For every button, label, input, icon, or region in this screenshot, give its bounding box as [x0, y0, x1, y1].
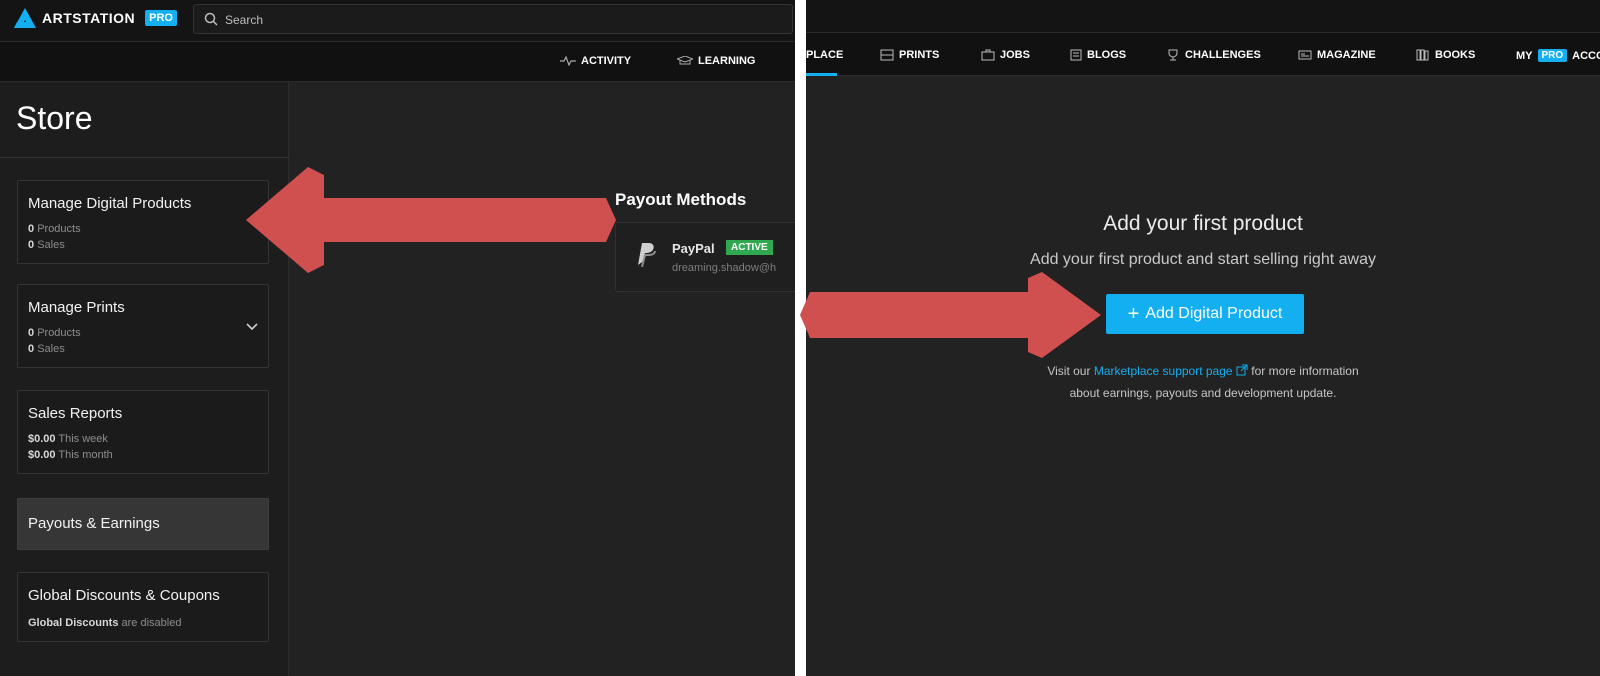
card-stat-month: $0.00 This month — [28, 449, 113, 461]
card-title: Manage Digital Products — [28, 195, 192, 212]
card-title: Sales Reports — [28, 405, 123, 422]
pro-badge: PRO — [1537, 49, 1568, 62]
search-input[interactable]: Search — [193, 4, 793, 34]
nav-magazine[interactable]: MAGAZINE — [1298, 49, 1376, 61]
artstation-logo-icon — [14, 8, 36, 28]
nav-jobs-label: JOBS — [1000, 49, 1030, 61]
nav-account-label: ACCO — [1572, 49, 1600, 62]
info-line-2: about earnings, payouts and development … — [1069, 386, 1337, 400]
card-stat-sales: 0 Sales — [28, 343, 65, 355]
card-sales-reports[interactable]: Sales Reports $0.00 This week $0.00 This… — [17, 390, 269, 474]
logo-text: ARTSTATION — [42, 10, 136, 26]
nav-my-label: MY — [1516, 49, 1533, 62]
add-digital-product-button[interactable]: + Add Digital Product — [1106, 294, 1304, 334]
nav-blogs-label: BLOGS — [1087, 49, 1127, 61]
nav-marketplace[interactable]: PLACE — [806, 49, 843, 61]
card-manage-digital-products[interactable]: Manage Digital Products 0 Products 0 Sal… — [17, 180, 269, 264]
external-link-icon[interactable] — [1236, 364, 1248, 376]
paypal-icon — [638, 243, 656, 267]
prints-icon — [880, 49, 894, 61]
card-stat-week: $0.00 This week — [28, 433, 108, 445]
card-stat-discounts: Global Discounts are disabled — [28, 617, 182, 629]
nav-my-pro-account[interactable]: MY PRO ACCO — [1516, 49, 1600, 62]
nav-prints-label: PRINTS — [899, 49, 940, 61]
card-stat-sales: 0 Sales — [28, 239, 65, 251]
store-sidebar: Store Manage Digital Products 0 Products… — [0, 82, 289, 676]
books-icon — [1416, 49, 1429, 61]
info-prefix: Visit our — [1047, 364, 1091, 378]
nav-learning[interactable]: LEARNING — [677, 55, 755, 67]
page-title: Store — [16, 100, 93, 136]
blog-icon — [1070, 49, 1082, 61]
trophy-icon — [1168, 49, 1178, 61]
nav-learning-label: LEARNING — [698, 55, 756, 67]
nav-books[interactable]: BOOKS — [1416, 49, 1475, 61]
card-payouts-earnings[interactable]: Payouts & Earnings — [17, 498, 269, 550]
status-badge: ACTIVE — [726, 240, 773, 255]
artstation-logo[interactable]: ARTSTATION PRO — [14, 8, 177, 28]
graduation-cap-icon — [677, 56, 693, 65]
main-navigation: PLACE PRINTS JOBS BLOGS CHALLENGES MAGAZ… — [806, 33, 1600, 76]
payout-method-card[interactable]: PayPal ACTIVE dreaming.shadow@h — [615, 222, 795, 292]
top-bar — [806, 0, 1600, 33]
card-title: Payouts & Earnings — [28, 515, 160, 532]
nav-magazine-label: MAGAZINE — [1317, 49, 1376, 61]
left-screenshot-panel: ARTSTATION PRO Search ACTIVITY LEARNING … — [0, 0, 795, 676]
card-title: Manage Prints — [28, 299, 125, 316]
pro-badge: PRO — [145, 10, 177, 26]
magazine-icon — [1298, 50, 1312, 60]
active-tab-indicator — [806, 73, 837, 76]
nav-prints[interactable]: PRINTS — [880, 49, 939, 61]
nav-jobs[interactable]: JOBS — [981, 49, 1030, 61]
nav-books-label: BOOKS — [1435, 49, 1476, 61]
nav-marketplace-label: PLACE — [806, 49, 844, 61]
marketplace-support-link[interactable]: Marketplace support page — [1094, 364, 1233, 378]
nav-activity[interactable]: ACTIVITY — [560, 55, 631, 67]
payout-method-name: PayPal — [672, 241, 715, 256]
nav-activity-label: ACTIVITY — [581, 55, 632, 67]
nav-challenges-label: CHALLENGES — [1185, 49, 1261, 61]
card-stat-products: 0 Products — [28, 327, 81, 339]
right-screenshot-panel: PLACE PRINTS JOBS BLOGS CHALLENGES MAGAZ… — [806, 0, 1600, 676]
annotation-arrow-left-icon — [246, 167, 616, 273]
info-suffix: for more information — [1251, 364, 1359, 378]
search-placeholder: Search — [225, 13, 264, 27]
sub-navigation: ACTIVITY LEARNING — [0, 42, 795, 82]
card-title: Global Discounts & Coupons — [28, 587, 220, 604]
empty-state-subtitle: Add your first product and start selling… — [1030, 251, 1376, 268]
add-digital-product-label: Add Digital Product — [1145, 305, 1283, 322]
search-icon — [204, 12, 218, 26]
card-stat-products: 0 Products — [28, 223, 81, 235]
briefcase-icon — [981, 49, 995, 61]
top-bar: ARTSTATION PRO Search — [0, 0, 795, 42]
empty-state-title: Add your first product — [1103, 212, 1303, 235]
chevron-down-icon[interactable] — [246, 323, 258, 331]
card-global-discounts[interactable]: Global Discounts & Coupons Global Discou… — [17, 572, 269, 642]
support-info: Visit our Marketplace support page for m… — [806, 360, 1600, 404]
payout-methods-title: Payout Methods — [615, 190, 747, 209]
pulse-icon — [560, 56, 576, 66]
card-manage-prints[interactable]: Manage Prints 0 Products 0 Sales — [17, 284, 269, 368]
nav-blogs[interactable]: BLOGS — [1070, 49, 1126, 61]
nav-challenges[interactable]: CHALLENGES — [1166, 49, 1261, 61]
payout-email: dreaming.shadow@h — [672, 262, 777, 274]
plus-icon: + — [1127, 302, 1140, 325]
divider — [0, 157, 289, 158]
